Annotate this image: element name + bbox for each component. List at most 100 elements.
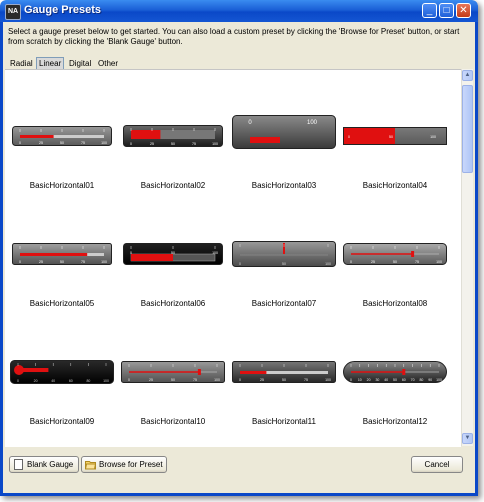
- tab-digital[interactable]: Digital: [67, 58, 93, 69]
- gauge-fill: [240, 371, 267, 374]
- preset-gallery: 0 25 50 75 100 BasicHorizontal01 0 25 50 75 100 Bas…: [5, 69, 461, 447]
- gauge-fill: [250, 137, 280, 143]
- gauge-tick-label: 30: [375, 378, 379, 382]
- minimize-button[interactable]: _: [422, 3, 437, 18]
- gauge-marker: [402, 369, 406, 375]
- preset-name: BasicHorizontal01: [29, 181, 95, 190]
- vertical-scrollbar[interactable]: ▲ ▼: [461, 69, 473, 446]
- gauge-tick-label: 75: [81, 260, 85, 264]
- gauge-tick-label: 50: [171, 251, 175, 255]
- preset-item[interactable]: 0 50 100 BasicHorizontal04: [342, 90, 448, 220]
- preset-item[interactable]: 0 100 BasicHorizontal03: [231, 90, 337, 220]
- preset-item[interactable]: 0 25 50 75 100 BasicHorizontal11: [231, 326, 337, 447]
- gauge-tick-label: 40: [51, 379, 55, 383]
- tab-other[interactable]: Other: [96, 58, 120, 69]
- preset-name: BasicHorizontal09: [29, 417, 95, 426]
- gauge-preview: 0 25 50 75 100: [123, 125, 223, 147]
- gauge-tick-label: 25: [149, 378, 153, 382]
- gauge-tick-label: 100: [436, 260, 442, 264]
- gauge-preview: 0 25 50 75 100: [12, 243, 112, 265]
- gauge-tick-label: 100: [214, 378, 220, 382]
- gauge-presets-dialog: NA Gauge Presets _ □ ✕ Select a gauge pr…: [0, 0, 478, 496]
- gauge-fill: [131, 254, 173, 261]
- preset-item[interactable]: 0 20 40 60 80 100 BasicHorizontal09: [9, 326, 115, 447]
- preset-name: BasicHorizontal12: [362, 417, 428, 426]
- scroll-up-arrow-icon[interactable]: ▲: [462, 70, 473, 81]
- tab-radial[interactable]: Radial: [8, 58, 35, 69]
- button-bar: Blank Gauge Browse for Preset Cancel: [3, 448, 475, 493]
- gauge-preview: 0 50 100: [123, 243, 223, 265]
- gauge-preview: 0 50 100: [343, 127, 447, 145]
- gauge-fill: [344, 128, 395, 144]
- preset-name: BasicHorizontal02: [140, 181, 206, 190]
- preset-item[interactable]: 0 10 20 30 40 50 60 70 80 90 100 BasicHorizontal12: [342, 326, 448, 447]
- maximize-button[interactable]: □: [439, 3, 454, 18]
- preset-item[interactable]: 0 25 50 75 100 BasicHorizontal01: [9, 90, 115, 220]
- gauge-tick-label: 75: [192, 142, 196, 146]
- gauge-tick-label: 0: [19, 141, 21, 145]
- gauge-preview: 0 25 50 75 100: [121, 361, 225, 383]
- gauge-tick-label: 0: [17, 379, 19, 383]
- preset-item[interactable]: 0 25 50 75 100 BasicHorizontal02: [120, 90, 226, 220]
- browse-preset-label: Browse for Preset: [99, 460, 163, 469]
- gauge-tick-label: 100: [101, 141, 107, 145]
- gauge-tick-label: 70: [411, 378, 415, 382]
- gauge-tick-label: 50: [282, 262, 286, 266]
- gauge-tick-label: 75: [304, 378, 308, 382]
- preset-name: BasicHorizontal06: [140, 299, 206, 308]
- gauge-tick-label: 100: [325, 262, 331, 266]
- gauge-fill: [19, 368, 49, 372]
- browse-preset-button[interactable]: Browse for Preset: [81, 456, 167, 473]
- gauge-fill: [131, 130, 161, 139]
- tab-linear[interactable]: Linear: [36, 57, 65, 69]
- gauge-tick-label: 100: [307, 120, 318, 126]
- scroll-thumb[interactable]: [462, 85, 473, 173]
- gauge-tick-label: 0: [239, 378, 241, 382]
- gauge-tick-label: 0: [130, 251, 132, 255]
- close-button[interactable]: ✕: [456, 3, 471, 18]
- gauge-fill: [20, 253, 88, 256]
- gauge-tick-label: 25: [39, 141, 43, 145]
- gauge-marker: [411, 251, 415, 257]
- cancel-button[interactable]: Cancel: [411, 456, 463, 473]
- title-bar[interactable]: NA Gauge Presets _ □ ✕: [0, 0, 478, 22]
- gauge-tick-label: 20: [367, 378, 371, 382]
- scroll-down-arrow-icon[interactable]: ▼: [462, 433, 473, 444]
- gauge-tick-label: 75: [81, 141, 85, 145]
- preset-item[interactable]: 0 25 50 75 100 BasicHorizontal10: [120, 326, 226, 447]
- preset-name: BasicHorizontal10: [140, 417, 206, 426]
- gauge-tick-label: 50: [171, 142, 175, 146]
- preset-item[interactable]: 0 25 50 75 100 BasicHorizontal05: [9, 208, 115, 338]
- cancel-label: Cancel: [424, 460, 450, 469]
- gauge-tick-label: 0: [350, 378, 352, 382]
- gauge-tick-label: 10: [358, 378, 362, 382]
- gauge-tick-label: 60: [69, 379, 73, 383]
- dialog-body: Select a gauge preset below to get start…: [0, 22, 478, 496]
- gauge-tick-label: 100: [101, 260, 107, 264]
- gauge-tick-label: 50: [60, 260, 64, 264]
- gauge-preview: 0 100: [232, 115, 336, 149]
- gauge-tick-label: 50: [393, 260, 397, 264]
- preset-item[interactable]: 0 25 50 75 100 BasicHorizontal08: [342, 208, 448, 338]
- gauge-marker: [197, 369, 201, 375]
- blank-page-icon: [14, 459, 23, 470]
- gauge-tick-label: 100: [212, 251, 218, 255]
- gauge-tick-label: 75: [415, 260, 419, 264]
- gauge-tick-label: 50: [282, 378, 286, 382]
- gauge-preview: 0 20 40 60 80 100: [10, 360, 114, 384]
- gauge-tick-label: 75: [193, 378, 197, 382]
- preset-item[interactable]: 0 50 100 BasicHorizontal06: [120, 208, 226, 338]
- blank-gauge-button[interactable]: Blank Gauge: [9, 456, 79, 473]
- preset-item[interactable]: 0 50 100 BasicHorizontal07: [231, 208, 337, 338]
- gauge-tick-label: 80: [419, 378, 423, 382]
- preset-name: BasicHorizontal08: [362, 299, 428, 308]
- gauge-preview: 0 50 100: [232, 241, 336, 267]
- preset-name: BasicHorizontal11: [252, 417, 316, 426]
- gauge-tick-label: 100: [430, 135, 436, 139]
- gauge-tick-label: 100: [212, 142, 218, 146]
- window-title: Gauge Presets: [24, 4, 102, 16]
- gauge-tick-label: 25: [39, 260, 43, 264]
- gauge-tick-label: 0: [350, 260, 352, 264]
- gauge-tick-label: 50: [171, 378, 175, 382]
- gauge-fill: [20, 135, 54, 138]
